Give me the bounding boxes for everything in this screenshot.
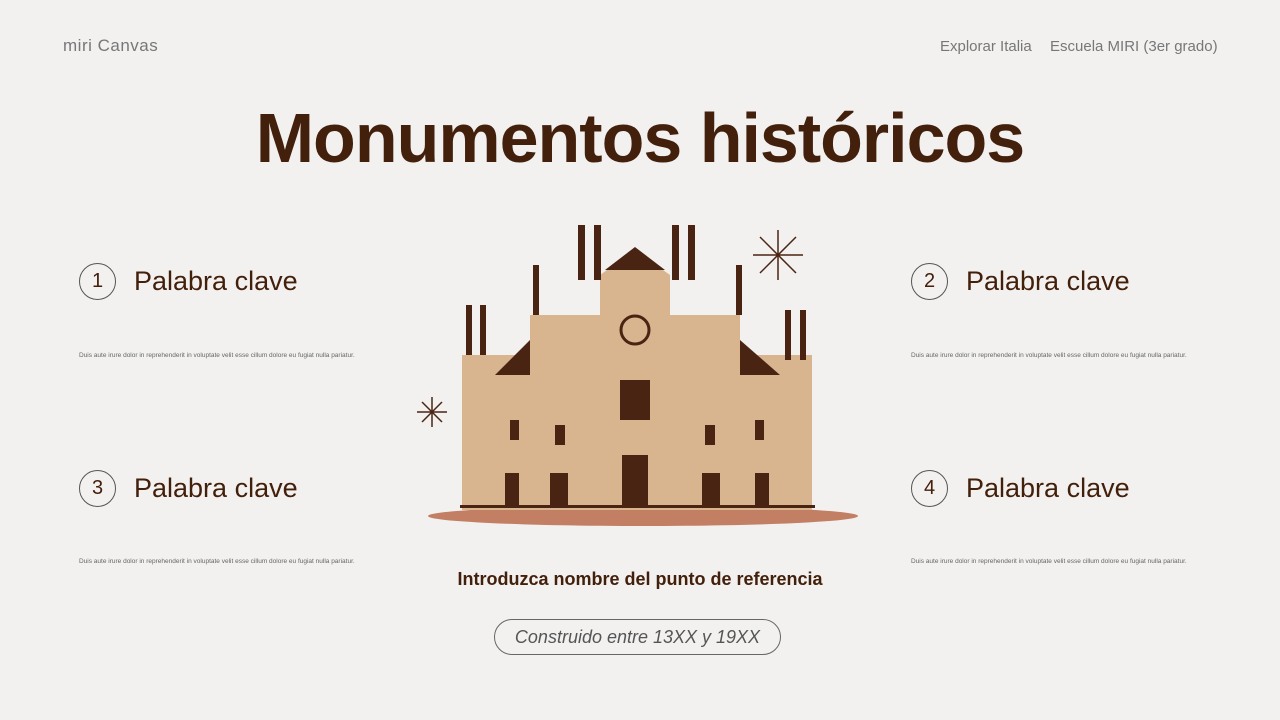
number-badge: 2 [911, 263, 948, 300]
keyword-label: Palabra clave [966, 473, 1130, 504]
nav-explorar-italia[interactable]: Explorar Italia [940, 38, 1032, 55]
keyword-description: Duis aute irure dolor in reprehenderit i… [911, 558, 1187, 565]
page-title: Monumentos históricos [0, 98, 1280, 178]
built-dates-pill[interactable]: Construido entre 13XX y 19XX [494, 619, 781, 655]
cathedral-illustration [410, 215, 870, 535]
nav-escuela[interactable]: Escuela MIRI (3er grado) [1050, 38, 1218, 55]
keyword-description: Duis aute irure dolor in reprehenderit i… [79, 558, 355, 565]
number-badge: 1 [79, 263, 116, 300]
keyword-description: Duis aute irure dolor in reprehenderit i… [911, 352, 1187, 359]
keyword-4: 4 Palabra clave [911, 470, 1130, 507]
keyword-label: Palabra clave [134, 473, 298, 504]
keyword-1: 1 Palabra clave [79, 263, 298, 300]
keyword-3: 3 Palabra clave [79, 470, 298, 507]
number-badge: 4 [911, 470, 948, 507]
keyword-description: Duis aute irure dolor in reprehenderit i… [79, 352, 355, 359]
number-badge: 3 [79, 470, 116, 507]
landmark-name[interactable]: Introduzca nombre del punto de referenci… [0, 569, 1280, 590]
logo: miri Canvas [63, 36, 158, 56]
keyword-label: Palabra clave [966, 266, 1130, 297]
keyword-label: Palabra clave [134, 266, 298, 297]
keyword-2: 2 Palabra clave [911, 263, 1130, 300]
